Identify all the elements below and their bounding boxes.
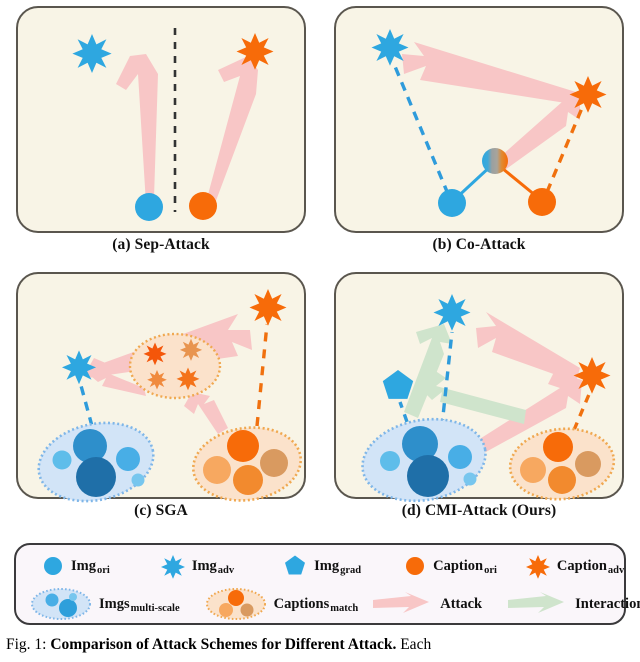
legend-label-caption-adv: Captionadv <box>556 557 625 576</box>
legend-label-img-ori: Imgori <box>71 557 110 576</box>
attack-arrow-to-img-adv <box>476 312 580 382</box>
panel-c-graphics <box>37 289 303 503</box>
legend-label-img-grad: Imggrad <box>314 557 362 576</box>
caption-ori-circle <box>189 192 217 220</box>
attack-arrow-image <box>116 54 158 204</box>
caption-adv-star <box>569 76 607 113</box>
legend-item-img-adv: Imgadv <box>160 554 235 579</box>
captions-match-cluster <box>508 427 616 501</box>
imgs-multi-scale-cluster <box>37 421 155 503</box>
attack-arrow-caption <box>206 56 258 206</box>
caption-adv-star <box>236 33 274 70</box>
panel-b-graphics <box>371 29 607 217</box>
imgs-multi-scale-cluster <box>361 417 487 503</box>
img-adv-star <box>61 350 97 385</box>
orange-circle-icon <box>404 555 426 577</box>
dashed-line-img <box>392 63 450 195</box>
interaction-arrow-left <box>418 370 526 424</box>
legend-item-img-grad: Imggrad <box>283 554 362 578</box>
legend-item-caption-adv: Captionadv <box>525 554 625 579</box>
caption-bold: Comparison of Attack Schemes for Differe… <box>50 636 397 653</box>
caption-prefix: Fig. 1: <box>6 636 47 653</box>
img-grad-pentagon <box>382 370 414 399</box>
pink-arrow-icon <box>371 591 433 617</box>
panel-label-c: (c) SGA <box>134 502 188 519</box>
green-arrow-icon <box>506 591 568 617</box>
dashed-line-img <box>78 381 94 427</box>
legend-row-1: Imgori Imgadv Imggrad Captionori Caption… <box>16 547 628 585</box>
blue-circle-icon <box>42 555 64 577</box>
legend-item-captions-match: Captionsmatch <box>205 587 358 621</box>
legend-item-interaction: Interaction <box>506 591 640 617</box>
legend-label-img-adv: Imgadv <box>191 557 235 576</box>
legend-label-attack: Attack <box>440 595 483 612</box>
img-adv-star <box>433 294 471 331</box>
legend-label-captions-match: Captionsmatch <box>273 595 359 614</box>
blue-cluster-ellipse-icon <box>30 587 92 621</box>
panel-a-graphics <box>72 28 274 221</box>
fused-node <box>482 148 508 174</box>
panel-cmi-attack <box>334 272 624 503</box>
legend-item-attack: Attack <box>371 591 482 617</box>
legend-box: Imgori Imgadv Imggrad Captionori Caption… <box>14 543 640 625</box>
legend-item-img-ori: Imgori <box>42 555 110 577</box>
legend-row-2: Imgsmulti-scale Captionsmatch Attack Int… <box>16 585 640 623</box>
img-ori-circle <box>438 189 466 217</box>
panel-d-graphics <box>361 294 616 503</box>
legend-item-imgs-multi-scale: Imgsmulti-scale <box>30 587 180 621</box>
img-adv-star <box>371 29 409 66</box>
legend-label-imgs-multi-scale: Imgsmulti-scale <box>99 595 180 614</box>
dashed-line-caption <box>255 323 269 427</box>
caption-adv-star <box>249 289 287 326</box>
captions-match-cluster <box>191 426 303 502</box>
caption-adv-star <box>573 357 611 394</box>
caption-rest: Each <box>400 636 432 653</box>
panel-label-a: (a) Sep-Attack <box>112 236 210 253</box>
figure-caption: Fig. 1: Comparison of Attack Schemes for… <box>6 636 640 654</box>
legend-label-interaction: Interaction <box>575 595 640 612</box>
blue-star-icon <box>160 554 185 579</box>
attack-arrow-to-captions-adv <box>184 392 228 434</box>
panel-label-b: (b) Co-Attack <box>432 236 526 253</box>
panel-sep-attack <box>16 6 306 233</box>
legend-label-caption-ori: Captionori <box>433 557 497 576</box>
legend-item-caption-ori: Captionori <box>404 555 497 577</box>
blue-pentagon-icon <box>283 554 307 578</box>
orange-star-icon <box>525 554 550 579</box>
caption-ori-circle <box>528 188 556 216</box>
figure-root: (a) Sep-Attack (b) Co-Attack (c) SGA (d)… <box>0 0 640 662</box>
img-adv-star <box>72 34 112 73</box>
panel-sga <box>16 272 306 503</box>
img-ori-circle <box>135 193 163 221</box>
panel-label-d: (d) CMI-Attack (Ours) <box>401 502 557 519</box>
orange-cluster-ellipse-icon <box>205 587 267 621</box>
captions-adv-star-cluster <box>128 332 222 400</box>
panel-co-attack <box>334 6 624 233</box>
